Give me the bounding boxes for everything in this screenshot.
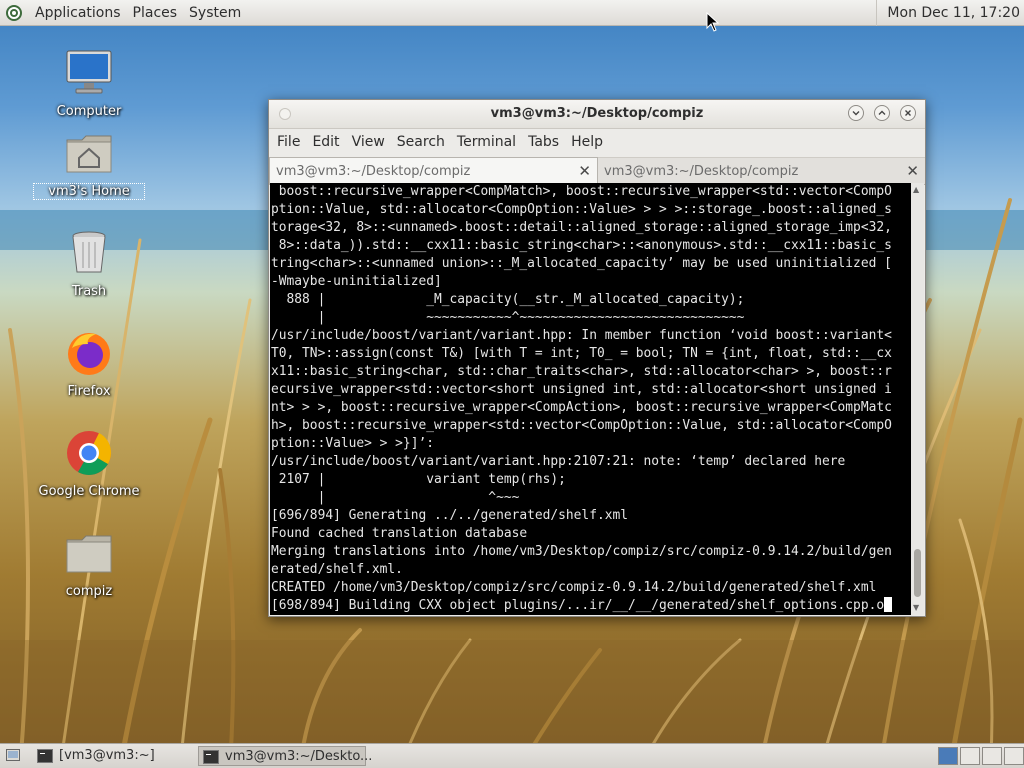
terminal-area[interactable]: boost::recursive_wrapper<CompMatch>, boo… — [270, 183, 924, 615]
desktop-icon-label: Firefox — [67, 384, 111, 399]
terminal-cursor — [884, 597, 893, 612]
terminal-line: nt> > >, boost::recursive_wrapper<CompAc… — [271, 400, 892, 415]
desktop-icon-chrome[interactable]: Google Chrome — [34, 428, 144, 499]
terminal-line: 2107 | variant temp(rhs); — [271, 472, 566, 487]
workspace-2[interactable] — [960, 747, 980, 765]
desktop-icon-label: Computer — [56, 104, 122, 119]
desktop-icon-computer[interactable]: Computer — [34, 48, 144, 119]
tab-1[interactable]: vm3@vm3:~/Desktop/compiz ✕ — [269, 157, 598, 184]
terminal-scrollbar[interactable]: ▲ ▼ — [911, 183, 924, 615]
scrollbar-thumb[interactable] — [914, 549, 921, 597]
desktop-icon-label: compiz — [65, 584, 113, 599]
menu-terminal[interactable]: Terminal — [451, 134, 522, 150]
terminal-menubar: File Edit View Search Terminal Tabs Help — [269, 129, 925, 155]
terminal-line: CREATED /home/vm3/Desktop/compiz/src/com… — [271, 580, 877, 595]
window-title: vm3@vm3:~/Desktop/compiz — [490, 106, 704, 121]
terminal-line: ption::Value, std::allocator<CompOption:… — [271, 202, 892, 217]
workspace-4[interactable] — [1004, 747, 1024, 765]
bottom-panel: [vm3@vm3:~] vm3@vm3:~/Deskto... — [0, 743, 1024, 768]
desktop-icon-label: Trash — [71, 284, 107, 299]
taskbar-item-label: [vm3@vm3:~] — [59, 748, 155, 763]
mouse-pointer-icon — [706, 12, 720, 32]
tab-2[interactable]: vm3@vm3:~/Desktop/compiz ✕ — [598, 157, 925, 184]
computer-icon — [66, 50, 112, 94]
terminal-icon — [37, 749, 53, 763]
menu-view[interactable]: View — [346, 134, 391, 150]
desktop-icon-trash[interactable]: Trash — [34, 228, 144, 299]
terminal-output[interactable]: boost::recursive_wrapper<CompMatch>, boo… — [270, 183, 911, 615]
firefox-icon — [68, 333, 110, 375]
terminal-line: Merging translations into /home/vm3/Desk… — [271, 544, 892, 559]
terminal-line: ption::Value> > >}]’: — [271, 436, 434, 451]
terminal-line: tring<char>::<unnamed union>::_M_allocat… — [271, 256, 892, 271]
workspace-3[interactable] — [982, 747, 1002, 765]
tab-close-icon[interactable]: ✕ — [906, 158, 919, 185]
terminal-line: Found cached translation database — [271, 526, 528, 541]
taskbar-item-active[interactable]: vm3@vm3:~/Deskto... — [198, 746, 372, 766]
distro-logo-icon[interactable] — [5, 4, 23, 22]
terminal-window: vm3@vm3:~/Desktop/compiz File Edit View … — [268, 99, 926, 617]
show-desktop-icon[interactable] — [6, 748, 20, 762]
home-folder-icon — [66, 135, 112, 173]
places-menu[interactable]: Places — [127, 5, 184, 21]
desktop-icon-label: vm3's Home — [33, 183, 145, 200]
workspace-1[interactable] — [938, 747, 958, 765]
menu-help[interactable]: Help — [565, 134, 609, 150]
desktop-icon-compiz[interactable]: compiz — [34, 528, 144, 599]
menu-search[interactable]: Search — [391, 134, 451, 150]
folder-icon — [66, 535, 112, 573]
terminal-line: h>, boost::recursive_wrapper<std::vector… — [271, 418, 892, 433]
tab-close-icon[interactable]: ✕ — [578, 158, 591, 185]
taskbar-item-label: vm3@vm3:~/Deskto... — [225, 749, 373, 764]
applications-menu[interactable]: Applications — [29, 5, 127, 21]
terminal-line: | ~~~~~~~~~~~^~~~~~~~~~~~~~~~~~~~~~~~~~~… — [271, 310, 745, 325]
terminal-line: x11::basic_string<char, std::char_traits… — [271, 364, 892, 379]
tab-label: vm3@vm3:~/Desktop/compiz — [276, 164, 471, 179]
close-icon — [905, 110, 911, 116]
taskbar-item[interactable]: [vm3@vm3:~] — [33, 746, 196, 766]
chrome-icon — [67, 431, 112, 475]
terminal-line: -Wmaybe-uninitialized] — [271, 274, 442, 289]
terminal-line: ecursive_wrapper<std::vector<short unsig… — [271, 382, 892, 397]
terminal-line: boost::recursive_wrapper<CompMatch>, boo… — [271, 184, 892, 199]
desktop-icon-label: Google Chrome — [38, 484, 140, 499]
terminal-line: /usr/include/boost/variant/variant.hpp: … — [271, 328, 892, 343]
terminal-line: 888 | _M_capacity(__str._M_allocated_cap… — [271, 292, 745, 307]
top-panel: Applications Places System Mon Dec 11, 1… — [0, 0, 1024, 26]
trash-icon — [72, 231, 106, 273]
scroll-down-icon[interactable]: ▼ — [913, 603, 919, 612]
maximize-button[interactable] — [874, 105, 890, 121]
terminal-line: T0, TN>::assign(const T&) [with T = int;… — [271, 346, 892, 361]
minimize-button[interactable] — [848, 105, 864, 121]
system-menu[interactable]: System — [183, 5, 247, 21]
terminal-tabs: vm3@vm3:~/Desktop/compiz ✕ vm3@vm3:~/Des… — [269, 157, 925, 185]
tab-label: vm3@vm3:~/Desktop/compiz — [604, 164, 799, 179]
clock[interactable]: Mon Dec 11, 17:20 — [876, 0, 1024, 26]
terminal-line: torage<32, 8>::<unnamed>.boost::detail::… — [271, 220, 892, 235]
chevron-up-icon — [878, 110, 886, 115]
terminal-line: 8>::data_)).std::__cxx11::basic_string<c… — [271, 238, 892, 253]
terminal-line: erated/shelf.xml. — [271, 562, 403, 577]
menu-tabs[interactable]: Tabs — [522, 134, 565, 150]
desktop-icon-firefox[interactable]: Firefox — [34, 328, 144, 399]
terminal-line: | ^~~~ — [271, 490, 520, 505]
window-titlebar[interactable]: vm3@vm3:~/Desktop/compiz — [269, 100, 925, 129]
scroll-up-icon[interactable]: ▲ — [913, 185, 919, 194]
close-button[interactable] — [900, 105, 916, 121]
chevron-down-icon — [852, 111, 860, 116]
terminal-line: [696/894] Generating ../../generated/she… — [271, 508, 628, 523]
desktop-icon-home[interactable]: vm3's Home — [33, 128, 145, 200]
menu-edit[interactable]: Edit — [306, 134, 345, 150]
terminal-line: /usr/include/boost/variant/variant.hpp:2… — [271, 454, 846, 469]
menu-file[interactable]: File — [271, 134, 306, 150]
terminal-icon — [203, 750, 219, 764]
terminal-line: [698/894] Building CXX object plugins/..… — [271, 597, 911, 615]
